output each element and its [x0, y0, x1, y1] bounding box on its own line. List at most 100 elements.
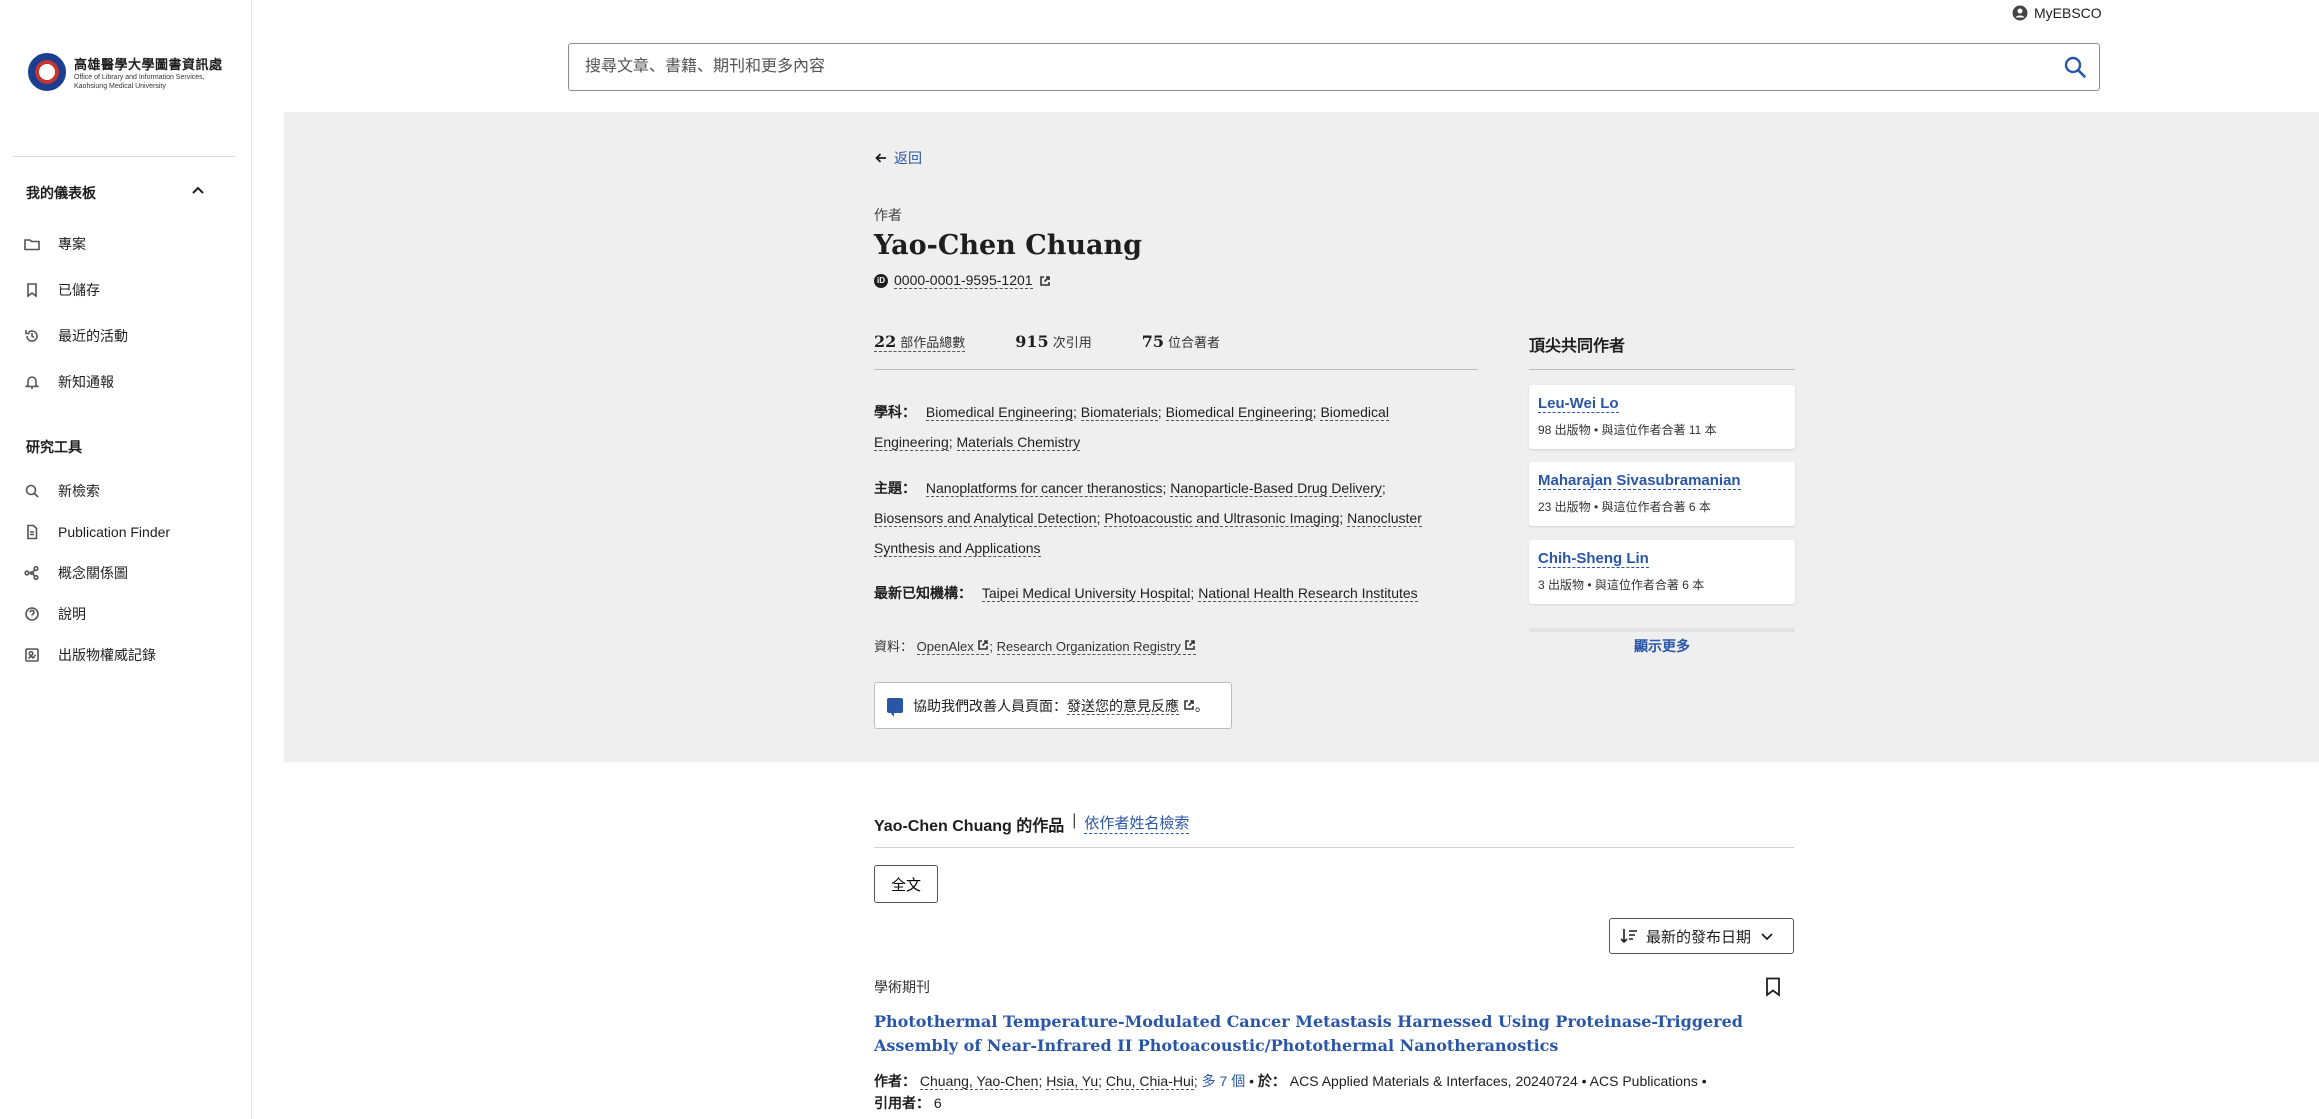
sidebar-item-projects[interactable]: 專案 [24, 232, 86, 256]
coauthor-name-link[interactable]: Chih-Sheng Lin [1538, 550, 1649, 568]
topics-row: 主題： Nanoplatforms for cancer theranostic… [874, 480, 1422, 557]
cited-by-count: 6 [933, 1095, 942, 1111]
library-logo[interactable]: 高雄醫學大學圖書資訊處 Office of Library and Inform… [28, 50, 228, 94]
institutions-row: 最新已知機構： Taipei Medical University Hospit… [874, 585, 1418, 602]
author-link[interactable]: Hsia, Yu [1046, 1073, 1099, 1090]
external-link-icon [978, 640, 989, 650]
sidebar-item-label: 最近的活動 [58, 328, 128, 344]
coauthor-card: Chih-Sheng Lin 3 出版物 • 與這位作者合著 6 本 [1529, 540, 1795, 604]
fulltext-filter-button[interactable]: 全文 [874, 865, 938, 903]
sidebar-item-help[interactable]: 說明 [24, 602, 86, 626]
myebsco-account-button[interactable]: MyEBSCO [2012, 2, 2102, 24]
author-link[interactable]: Chuang, Yao-Chen [919, 1073, 1039, 1090]
article-meta: 作者： Chuang, Yao-Chen; Hsia, Yu; Chu, Chi… [874, 1073, 1707, 1111]
sidebar-item-authority-records[interactable]: 出版物權威記錄 [24, 643, 156, 667]
sidebar-item-label: Publication Finder [58, 524, 171, 540]
sources-row: 資料： OpenAlex ; Research Organization Reg… [874, 632, 1444, 662]
search-icon[interactable] [2063, 55, 2087, 79]
user-avatar-icon [2012, 5, 2028, 21]
subject-link[interactable]: Biomedical Engineering [925, 404, 1073, 421]
author-role-label: 作者 [874, 207, 902, 223]
dashboard-heading: 我的儀表板 [26, 185, 96, 201]
sources-label: 資料： [874, 639, 914, 654]
sidebar-divider [13, 156, 235, 157]
back-link[interactable]: 返回 [874, 148, 922, 168]
chevron-up-icon[interactable] [190, 183, 206, 199]
arrow-left-icon [875, 153, 886, 163]
subjects-label: 學科： [874, 404, 916, 420]
publication-type-label: 學術期刊 [874, 979, 930, 995]
search-bar [568, 43, 2100, 91]
logo-title: 高雄醫學大學圖書資訊處 [74, 56, 223, 72]
source-openalex-link[interactable]: OpenAlex [916, 639, 990, 655]
search-input[interactable] [585, 52, 2025, 82]
authors-label: 作者： [874, 1073, 916, 1089]
topic-link[interactable]: Nanoparticle-Based Drug Delivery [1170, 480, 1382, 497]
search-by-author-name-link[interactable]: 依作者姓名檢索 [1084, 812, 1190, 834]
works-separator: | [1072, 812, 1077, 829]
sidebar-item-label: 新檢索 [58, 483, 100, 499]
sidebar-item-alerts[interactable]: 新知通報 [24, 370, 114, 394]
coauthor-detail: 23 出版物 • 與這位作者合著 6 本 [1538, 500, 1711, 514]
sidebar-item-new-search[interactable]: 新檢索 [24, 479, 100, 503]
orcid-icon: iD [874, 273, 888, 288]
top-coauthors-heading: 頂尖共同作者 [1529, 332, 1795, 370]
coauthor-detail: 98 出版物 • 與這位作者合著 11 本 [1538, 423, 1717, 437]
sidebar-item-label: 已儲存 [58, 282, 100, 298]
logo-subtitle-line1: Office of Library and Information Servic… [74, 73, 205, 81]
sidebar-item-label: 概念關係圖 [58, 565, 128, 581]
authority-record-icon [25, 648, 39, 662]
sort-label: 最新的發布日期 [1646, 928, 1752, 946]
institution-link[interactable]: National Health Research Institutes [1198, 585, 1418, 602]
author-stats: 22 部作品總數 915 次引用 75 位合著者 [874, 332, 1478, 370]
cited-by-label: 引用者： [874, 1095, 930, 1111]
coauthor-name-link[interactable]: Maharajan Sivasubramanian [1538, 472, 1741, 490]
sidebar: 高雄醫學大學圖書資訊處 Office of Library and Inform… [0, 0, 252, 1119]
show-more-coauthors-button[interactable]: 顯示更多 [1529, 628, 1795, 656]
external-link-icon [1184, 699, 1194, 710]
orcid-link[interactable]: iD 0000-0001-9595-1201 [874, 272, 1051, 289]
external-link-icon [1039, 275, 1050, 286]
myebsco-label: MyEBSCO [2034, 5, 2102, 21]
coauthor-card: Leu-Wei Lo 98 出版物 • 與這位作者合著 11 本 [1529, 385, 1795, 449]
works-header: Yao-Chen Chuang 的作品 | 依作者姓名檢索 [874, 812, 1794, 848]
chevron-down-icon [1761, 933, 1773, 941]
topic-link[interactable]: Biosensors and Analytical Detection [874, 510, 1097, 527]
research-tools-heading: 研究工具 [26, 439, 82, 455]
logo-subtitle-line2: Kaohsiung Medical University [74, 82, 166, 90]
source-ror-link[interactable]: Research Organization Registry [996, 639, 1197, 655]
sidebar-item-saved[interactable]: 已儲存 [24, 278, 100, 302]
sidebar-item-label: 專案 [58, 236, 86, 252]
works-count-stat[interactable]: 22 部作品總數 [874, 332, 966, 352]
coauthor-name-link[interactable]: Leu-Wei Lo [1538, 395, 1619, 413]
topic-link[interactable]: Nanoplatforms for cancer theranostics [925, 480, 1163, 497]
subject-link[interactable]: Biomedical Engineering [1165, 404, 1313, 421]
sort-icon [1620, 929, 1637, 944]
sidebar-item-concept-map[interactable]: 概念關係圖 [24, 561, 128, 585]
feedback-prefix: 協助我們改善人員頁面： [913, 697, 1067, 714]
subject-link[interactable]: Biomaterials [1080, 404, 1158, 421]
coauthor-detail: 3 出版物 • 與這位作者合著 6 本 [1538, 578, 1705, 592]
article-title-link[interactable]: Photothermal Temperature-Modulated Cance… [874, 1010, 1794, 1058]
bookmark-icon [27, 283, 37, 298]
more-authors-link[interactable]: 多 7 個 [1202, 1073, 1246, 1089]
feedback-banner: 協助我們改善人員頁面：發送您的意見反應 。 [874, 682, 1232, 729]
subject-link[interactable]: Materials Chemistry [956, 434, 1081, 451]
in-label: 於： [1257, 1073, 1286, 1089]
topic-link[interactable]: Photoacoustic and Ultrasonic Imaging [1104, 510, 1340, 527]
coauthor-card: Maharajan Sivasubramanian 23 出版物 • 與這位作者… [1529, 462, 1795, 526]
coauthors-stat: 75 位合著者 [1141, 332, 1220, 351]
external-link-icon [1185, 640, 1196, 650]
author-name: Yao-Chen Chuang [874, 230, 1142, 261]
bookmark-icon[interactable] [1765, 977, 1781, 997]
subjects-row: 學科： Biomedical Engineering; Biomaterials… [874, 404, 1389, 451]
orcid-id: 0000-0001-9595-1201 [894, 272, 1033, 289]
sidebar-item-publication-finder[interactable]: Publication Finder [24, 520, 170, 544]
sidebar-item-recent-activity[interactable]: 最近的活動 [24, 324, 128, 348]
author-link[interactable]: Chu, Chia-Hui [1105, 1073, 1194, 1090]
concept-map-icon [24, 565, 39, 581]
author-profile-panel: 返回 作者 Yao-Chen Chuang iD 0000-0001-9595-… [284, 112, 2319, 762]
feedback-link[interactable]: 發送您的意見反應 [1067, 697, 1179, 715]
sort-dropdown[interactable]: 最新的發布日期 [1609, 918, 1794, 954]
institution-link[interactable]: Taipei Medical University Hospital [981, 585, 1191, 602]
